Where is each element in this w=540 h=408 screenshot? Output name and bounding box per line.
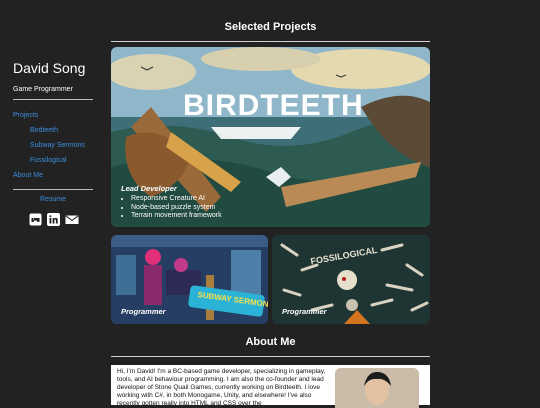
project-summary: Lead Developer Responsive Creature AI No… (121, 184, 222, 221)
project-role: Programmer (121, 307, 166, 316)
feature-item: Terrain movement framework (131, 212, 222, 221)
email-icon[interactable] (64, 213, 79, 226)
site-role: Game Programmer (13, 86, 73, 93)
linkedin-icon[interactable] (46, 213, 60, 226)
about-heading: About Me (245, 336, 296, 348)
feature-item: Responsive Creature AI (131, 195, 222, 204)
nav-link-fossilogical[interactable]: Fossilogical (13, 153, 93, 168)
profile-photo (335, 368, 419, 408)
projects-divider (111, 41, 430, 42)
nav-link-projects[interactable]: Projects (13, 108, 93, 123)
project-role: Lead Developer (121, 184, 177, 193)
sidebar: David Song Game Programmer Projects Bird… (13, 60, 93, 226)
nav-link-birdteeth[interactable]: Birdteeth (13, 123, 93, 138)
feature-list: Responsive Creature AI Node-based puzzle… (121, 195, 222, 221)
about-section: Hi, I'm David! I'm a BC-based game devel… (111, 365, 430, 408)
project-role: Programmer (282, 307, 327, 316)
sidebar-divider (13, 99, 93, 100)
nav-link-subway-sermons[interactable]: Subway Sermons (13, 138, 93, 153)
nav-link-about-me[interactable]: About Me (13, 168, 93, 183)
project-card-birdteeth[interactable]: BIRDTEETH Lead Developer Responsive Crea… (111, 47, 430, 227)
project-card-subway-sermons[interactable]: SUBWAY SERMONS Programmer (111, 235, 268, 324)
site-name: David Song (13, 60, 86, 76)
projects-heading: Selected Projects (224, 21, 317, 33)
project-card-fossilogical[interactable]: FOSSILOGICAL Programmer (272, 235, 430, 324)
feature-item: Node-based puzzle system (131, 204, 222, 213)
game-controller-icon[interactable] (29, 213, 42, 226)
social-icons (13, 213, 93, 226)
sidebar-divider (13, 189, 93, 190)
resume-link[interactable]: Resume (13, 196, 93, 203)
birdteeth-logo-text: BIRDTEETH (183, 89, 364, 122)
sidebar-nav: Projects Birdteeth Subway Sermons Fossil… (13, 108, 93, 183)
about-divider (111, 356, 430, 357)
